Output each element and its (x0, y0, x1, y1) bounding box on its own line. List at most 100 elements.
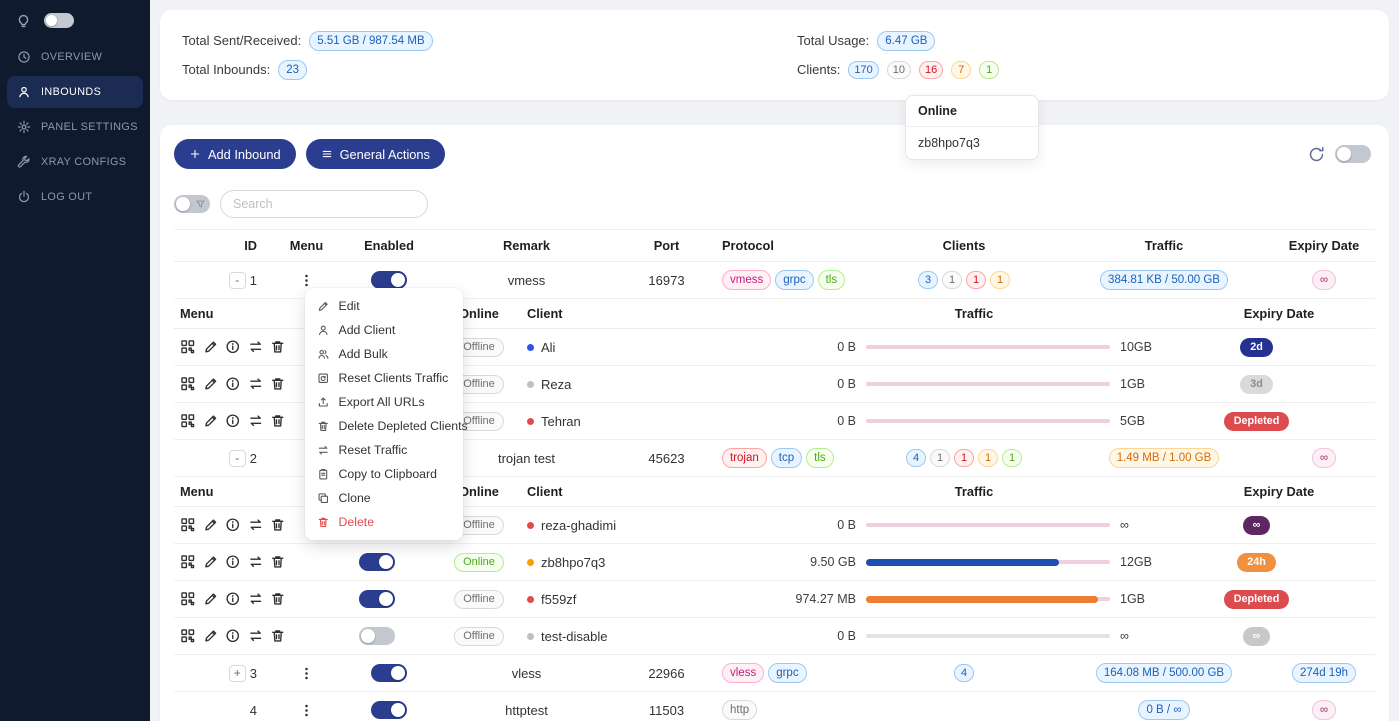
client-count-badge[interactable]: 3 (918, 271, 938, 289)
client-count-badge[interactable]: 1 (954, 449, 974, 467)
client-count-badge[interactable]: 4 (954, 664, 974, 682)
add-inbound-button[interactable]: Add Inbound (174, 139, 296, 169)
edit-client-icon[interactable] (203, 628, 219, 644)
client-status-dot (527, 596, 534, 603)
edit-client-icon[interactable] (203, 517, 219, 533)
reset-client-traffic-icon[interactable] (248, 339, 264, 355)
menu-item-delete-depleted-clients[interactable]: Delete Depleted Clients (305, 414, 463, 438)
menu-item-edit[interactable]: Edit (305, 294, 463, 318)
client-expiry-badge: 3d (1240, 375, 1273, 394)
client-name: f559zf (541, 592, 576, 607)
delete-client-icon[interactable] (270, 376, 286, 392)
client-name: Reza (541, 377, 571, 392)
clients-count-badge[interactable]: 170 (848, 61, 878, 79)
qrcode-icon[interactable] (180, 376, 196, 392)
sidebar-item-panel-settings[interactable]: PANEL SETTINGS (7, 111, 143, 143)
filter-toggle[interactable] (174, 195, 210, 213)
inbound-protocols: trojan tcp tls (714, 448, 874, 468)
sidebar-item-inbounds[interactable]: INBOUNDS (7, 76, 143, 108)
inbound-enabled-toggle[interactable] (371, 701, 407, 719)
menu-item-add-client[interactable]: Add Client (305, 318, 463, 342)
qrcode-icon[interactable] (180, 339, 196, 355)
info-icon[interactable] (225, 554, 241, 570)
menu-item-reset-clients-traffic[interactable]: Reset Clients Traffic (305, 366, 463, 390)
edit-client-icon[interactable] (203, 339, 219, 355)
row-menu-icon[interactable] (299, 273, 314, 288)
menu-item-reset-traffic[interactable]: Reset Traffic (305, 438, 463, 462)
info-icon[interactable] (225, 339, 241, 355)
traffic-progress-bar (866, 523, 1110, 527)
clients-count-badge[interactable]: 7 (951, 61, 971, 79)
edit-client-icon[interactable] (203, 413, 219, 429)
online-client-name[interactable]: zb8hpo7q3 (906, 127, 1038, 159)
delete-client-icon[interactable] (270, 517, 286, 533)
edit-client-icon[interactable] (203, 554, 219, 570)
clients-count-badge[interactable]: 1 (979, 61, 999, 79)
reset-client-traffic-icon[interactable] (248, 376, 264, 392)
client-count-badge[interactable]: 1 (930, 449, 950, 467)
info-icon[interactable] (225, 628, 241, 644)
menu-item-delete[interactable]: Delete (305, 510, 463, 534)
delete-client-icon[interactable] (270, 554, 286, 570)
menu-item-add-bulk[interactable]: Add Bulk (305, 342, 463, 366)
qrcode-icon[interactable] (180, 517, 196, 533)
edit-client-icon[interactable] (203, 376, 219, 392)
clients-count-badge[interactable]: 10 (887, 61, 911, 79)
client-enabled-toggle[interactable] (359, 553, 395, 571)
reset-client-traffic-icon[interactable] (248, 591, 264, 607)
menu-item-label: Reset Traffic (339, 443, 408, 457)
client-expiry-badge: 2d (1240, 338, 1273, 357)
inbound-port: 45623 (619, 451, 714, 466)
client-col-expiry: Expiry Date (1184, 484, 1374, 499)
qrcode-icon[interactable] (180, 554, 196, 570)
info-icon[interactable] (225, 591, 241, 607)
client-count-badge[interactable]: 1 (966, 271, 986, 289)
trash-icon (317, 420, 330, 433)
client-count-badge[interactable]: 4 (906, 449, 926, 467)
row-menu-icon[interactable] (299, 703, 314, 718)
edit-client-icon[interactable] (203, 591, 219, 607)
reset-client-traffic-icon[interactable] (248, 628, 264, 644)
sidebar-item-log-out[interactable]: LOG OUT (7, 181, 143, 213)
client-count-badge[interactable]: 1 (1002, 449, 1022, 467)
menu-item-copy-to-clipboard[interactable]: Copy to Clipboard (305, 462, 463, 486)
client-count-badge[interactable]: 1 (990, 271, 1010, 289)
client-count-badge[interactable]: 1 (942, 271, 962, 289)
qrcode-icon[interactable] (180, 628, 196, 644)
info-icon[interactable] (225, 517, 241, 533)
traffic-progress-bar (866, 560, 1110, 564)
refresh-icon[interactable] (1308, 146, 1325, 163)
traffic-used: 0 B (768, 629, 856, 643)
menu-item-export-all-urls[interactable]: Export All URLs (305, 390, 463, 414)
delete-client-icon[interactable] (270, 413, 286, 429)
inbound-enabled-toggle[interactable] (371, 271, 407, 289)
sidebar-item-overview[interactable]: OVERVIEW (7, 41, 143, 73)
traffic-used: 0 B (768, 414, 856, 428)
collapse-button[interactable]: - (229, 450, 246, 467)
client-enabled-toggle[interactable] (359, 590, 395, 608)
auto-refresh-toggle[interactable] (1335, 145, 1371, 163)
client-enabled-toggle[interactable] (359, 627, 395, 645)
info-icon[interactable] (225, 413, 241, 429)
qrcode-icon[interactable] (180, 413, 196, 429)
total-usage-label: Total Usage: (797, 33, 869, 48)
delete-client-icon[interactable] (270, 339, 286, 355)
qrcode-icon[interactable] (180, 591, 196, 607)
search-input[interactable] (220, 190, 428, 218)
collapse-button[interactable]: - (229, 272, 246, 289)
reset-client-traffic-icon[interactable] (248, 413, 264, 429)
inbound-enabled-toggle[interactable] (371, 664, 407, 682)
general-actions-button[interactable]: General Actions (306, 139, 445, 169)
info-icon[interactable] (225, 376, 241, 392)
client-count-badge[interactable]: 1 (978, 449, 998, 467)
delete-client-icon[interactable] (270, 628, 286, 644)
delete-client-icon[interactable] (270, 591, 286, 607)
row-menu-icon[interactable] (299, 666, 314, 681)
reset-client-traffic-icon[interactable] (248, 554, 264, 570)
sidebar-item-xray-configs[interactable]: XRAY CONFIGS (7, 146, 143, 178)
expand-button[interactable]: + (229, 665, 246, 682)
clients-count-badge[interactable]: 16 (919, 61, 943, 79)
theme-toggle[interactable] (44, 13, 74, 28)
reset-client-traffic-icon[interactable] (248, 517, 264, 533)
menu-item-clone[interactable]: Clone (305, 486, 463, 510)
